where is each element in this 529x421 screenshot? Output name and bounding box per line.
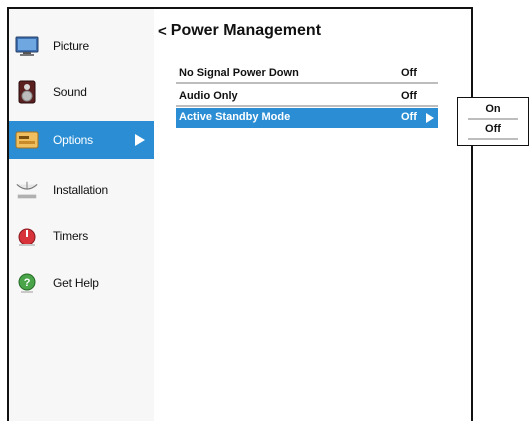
- sidebar-item-label: Get Help: [53, 276, 99, 290]
- settings-panel: Picture Sound Options Installation Timer…: [7, 7, 473, 421]
- svg-text:?: ?: [24, 277, 31, 289]
- menu-row-label: Active Standby Mode: [179, 111, 291, 123]
- tv-icon: [15, 34, 39, 58]
- back-icon[interactable]: <: [158, 23, 167, 40]
- divider: [468, 138, 518, 140]
- sidebar-item-timers[interactable]: Timers: [9, 216, 154, 256]
- option-popup: On Off: [457, 97, 529, 146]
- help-icon: ?: [15, 271, 39, 295]
- menu-row-value: Off: [401, 111, 417, 123]
- page-title-text: Power Management: [170, 22, 322, 39]
- sidebar-item-label: Picture: [53, 39, 89, 53]
- tv-menu-screen: Picture Sound Options Installation Timer…: [0, 0, 529, 421]
- timer-icon: [15, 224, 39, 248]
- option-off[interactable]: Off: [458, 123, 528, 135]
- speaker-icon: [15, 80, 39, 104]
- option-on[interactable]: On: [458, 103, 528, 115]
- sidebar-item-label: Installation: [53, 183, 108, 197]
- options-icon: [15, 128, 39, 152]
- menu-row-value: Off: [401, 90, 417, 102]
- menu-row-label: Audio Only: [179, 90, 238, 102]
- main-content: < Power Management No Signal Power Down …: [154, 9, 471, 421]
- menu-row-audio-only[interactable]: Audio Only Off: [176, 87, 438, 107]
- sidebar-item-get-help[interactable]: ? Get Help: [9, 263, 154, 303]
- page-title: < Power Management: [158, 22, 321, 40]
- divider: [468, 118, 518, 120]
- sidebar-item-sound[interactable]: Sound: [9, 72, 154, 112]
- sidebar-item-installation[interactable]: Installation: [9, 170, 154, 210]
- menu-row-no-signal-power-down[interactable]: No Signal Power Down Off: [176, 64, 438, 84]
- sidebar-item-options[interactable]: Options: [9, 121, 154, 159]
- sidebar-item-label: Sound: [53, 85, 87, 99]
- menu-row-label: No Signal Power Down: [179, 67, 299, 79]
- satellite-dish-icon: [15, 178, 39, 202]
- chevron-right-icon: [426, 113, 434, 123]
- sidebar: Picture Sound Options Installation Timer…: [9, 9, 154, 421]
- menu-row-value: Off: [401, 67, 417, 79]
- sidebar-item-label: Timers: [53, 229, 89, 243]
- menu-row-active-standby-mode[interactable]: Active Standby Mode Off: [176, 108, 438, 128]
- chevron-right-icon: [135, 134, 145, 146]
- sidebar-item-label: Options: [53, 133, 93, 147]
- sidebar-item-picture[interactable]: Picture: [9, 26, 154, 66]
